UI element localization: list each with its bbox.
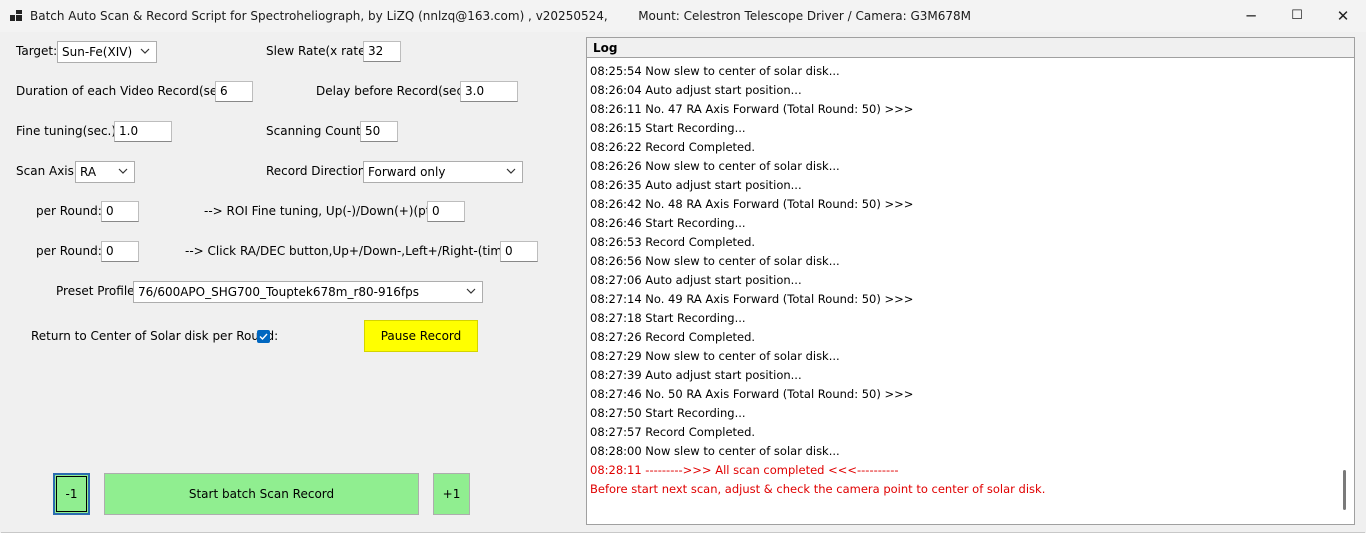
chevron-down-icon	[466, 288, 476, 294]
scanning-count-input[interactable]: 50	[360, 121, 398, 142]
log-line: 08:26:56 Now slew to center of solar dis…	[590, 254, 840, 268]
start-batch-scan-button[interactable]: Start batch Scan Record	[104, 473, 419, 515]
duration-label: Duration of each Video Record(sec.):	[16, 84, 237, 98]
fine-tuning-label: Fine tuning(sec.):	[16, 124, 121, 138]
check-icon	[259, 333, 268, 341]
roi-fine-tuning-input[interactable]: 0	[427, 201, 465, 222]
log-header: Log	[587, 38, 1354, 58]
log-line: 08:28:00 Now slew to center of solar dis…	[590, 444, 840, 458]
per-round-input[interactable]: 0	[101, 201, 139, 222]
roi-fine-tuning-label: --> ROI Fine tuning, Up(-)/Down(+)(pt):	[204, 204, 440, 218]
log-line: 08:27:29 Now slew to center of solar dis…	[590, 349, 840, 363]
delay-input[interactable]: 3.0	[460, 81, 518, 102]
fine-tuning-input[interactable]: 1.0	[114, 121, 172, 142]
log-line: 08:26:15 Start Recording...	[590, 121, 746, 135]
preset-profile-value: 76/600APO_SHG700_Touptek678m_r80-916fps	[138, 285, 419, 299]
title-bar: Batch Auto Scan & Record Script for Spec…	[0, 0, 1366, 32]
log-line: 08:25:54 Now slew to center of solar dis…	[590, 64, 840, 78]
per-round-label: per Round:	[36, 204, 102, 218]
log-line: 08:26:22 Record Completed.	[590, 140, 756, 154]
preset-profile-dropdown[interactable]: 76/600APO_SHG700_Touptek678m_r80-916fps	[133, 281, 483, 303]
maximize-button[interactable]: ☐	[1274, 0, 1320, 32]
slew-rate-label: Slew Rate(x rate):	[266, 44, 375, 58]
click-ra-dec-label: --> Click RA/DEC button,Up+/Down-,Left+/…	[185, 244, 525, 258]
pause-record-button[interactable]: Pause Record	[364, 320, 478, 352]
log-line: Before start next scan, adjust & check t…	[590, 482, 1046, 496]
log-list: 08:25:54 Now slew to center of solar dis…	[590, 62, 1330, 499]
record-direction-label: Record Direction:	[266, 164, 370, 178]
scanning-count-label: Scanning Count:	[266, 124, 365, 138]
main-form: Target: Sun-Fe(XIV) Slew Rate(x rate): 3…	[1, 32, 1365, 533]
log-line: 08:26:26 Now slew to center of solar dis…	[590, 159, 840, 173]
close-button[interactable]: ✕	[1320, 0, 1366, 32]
record-direction-value: Forward only	[368, 165, 446, 179]
minimize-button[interactable]: ─	[1228, 0, 1274, 32]
log-panel[interactable]: Log 08:25:54 Now slew to center of solar…	[586, 37, 1355, 525]
scrollbar-thumb[interactable]	[1343, 470, 1346, 510]
target-value: Sun-Fe(XIV)	[62, 45, 133, 59]
log-line: 08:27:14 No. 49 RA Axis Forward (Total R…	[590, 292, 914, 306]
log-line: 08:26:11 No. 47 RA Axis Forward (Total R…	[590, 102, 914, 116]
log-line: 08:27:50 Start Recording...	[590, 406, 746, 420]
log-line: 08:26:04 Auto adjust start position...	[590, 83, 802, 97]
preset-profile-label: Preset Profile:	[56, 284, 139, 298]
chevron-down-icon	[140, 48, 150, 54]
target-dropdown[interactable]: Sun-Fe(XIV)	[57, 41, 157, 63]
delay-label: Delay before Record(sec.):	[316, 84, 476, 98]
log-line: 08:27:46 No. 50 RA Axis Forward (Total R…	[590, 387, 914, 401]
target-label: Target:	[16, 44, 58, 58]
log-line: 08:26:35 Auto adjust start position...	[590, 178, 802, 192]
duration-input[interactable]: 6	[215, 81, 253, 102]
chevron-down-icon	[118, 168, 128, 174]
log-line: 08:28:11 --------->>> All scan completed…	[590, 463, 899, 477]
window-title: Batch Auto Scan & Record Script for Spec…	[30, 9, 972, 23]
scan-axis-value: RA	[80, 165, 97, 179]
log-scrollbar[interactable]	[1338, 60, 1352, 522]
slew-rate-input[interactable]: 32	[363, 41, 401, 62]
plus-one-button[interactable]: +1	[433, 473, 470, 515]
return-center-label: Return to Center of Solar disk per Round…	[31, 329, 279, 343]
scan-axis-label: Scan Axis:	[16, 164, 78, 178]
log-line: 08:27:06 Auto adjust start position...	[590, 273, 802, 287]
log-line: 08:26:42 No. 48 RA Axis Forward (Total R…	[590, 197, 914, 211]
log-line: 08:26:46 Start Recording...	[590, 216, 746, 230]
log-line: 08:27:39 Auto adjust start position...	[590, 368, 802, 382]
per-round-input[interactable]: 0	[101, 241, 139, 262]
chevron-down-icon	[506, 168, 516, 174]
minus-one-button[interactable]: -1	[53, 473, 90, 515]
per-round-label: per Round:	[36, 244, 102, 258]
log-line: 08:27:26 Record Completed.	[590, 330, 756, 344]
app-icon	[10, 10, 22, 22]
log-line: 08:27:18 Start Recording...	[590, 311, 746, 325]
return-center-checkbox[interactable]	[257, 330, 270, 343]
record-direction-dropdown[interactable]: Forward only	[363, 161, 523, 183]
scan-axis-dropdown[interactable]: RA	[75, 161, 135, 183]
log-line: 08:26:53 Record Completed.	[590, 235, 756, 249]
click-ra-dec-input[interactable]: 0	[500, 241, 538, 262]
log-line: 08:27:57 Record Completed.	[590, 425, 756, 439]
